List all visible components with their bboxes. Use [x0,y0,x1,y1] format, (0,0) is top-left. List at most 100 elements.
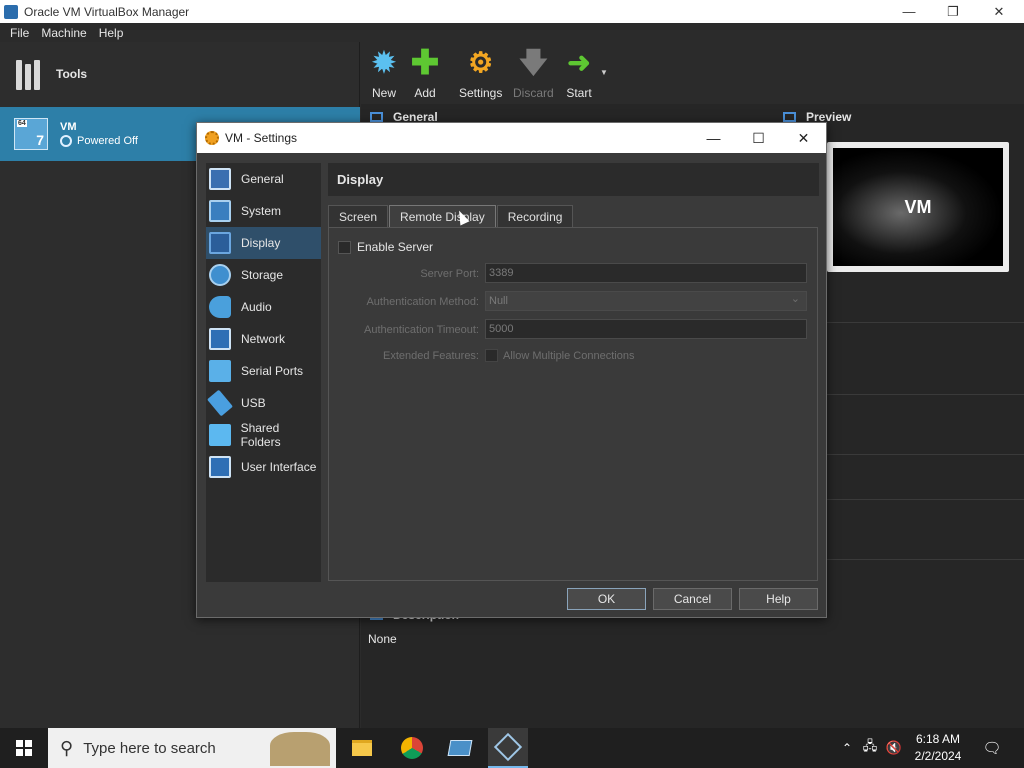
nav-label: Audio [241,300,272,314]
file-explorer-app[interactable] [342,728,382,768]
discard-button[interactable]: 🡇 Discard [513,48,554,101]
os-bit-badge: 64 [17,120,27,127]
server-port-label: Server Port: [420,268,479,280]
dialog-close-icon[interactable]: ✕ [781,123,826,153]
nav-label: User Interface [241,460,317,474]
menu-bar: File Machine Help [0,23,1024,42]
audio-icon [209,296,231,318]
auth-method-select[interactable]: Null [485,291,807,311]
cancel-button[interactable]: Cancel [653,588,732,610]
nav-item-storage[interactable]: Storage [206,259,321,291]
allow-multiple-checkbox[interactable] [485,349,498,362]
taskbar-search[interactable]: ⚲ Type here to search [48,728,336,768]
help-button[interactable]: Help [739,588,818,610]
nav-item-display[interactable]: Display [206,227,321,259]
virtualbox-app[interactable] [488,728,528,768]
dialog-minimize-icon[interactable]: — [691,123,736,153]
show-hidden-icons-icon[interactable]: ⌃ [838,728,856,768]
nav-label: USB [241,396,266,410]
remote-desktop-app[interactable] [440,728,480,768]
vm-status-label: Powered Off [77,135,138,147]
dialog-title: VM - Settings [225,131,298,145]
nav-label: Display [241,236,281,250]
nav-label: System [241,204,282,218]
new-icon: ✹ [372,47,396,78]
close-icon[interactable]: ✕ [976,0,1022,23]
settings-category-list: General System Display Storage Audio Net… [206,163,321,582]
storage-icon [209,264,231,286]
notifications-icon[interactable]: 🗨 [978,728,1006,768]
dialog-titlebar: VM - Settings — ☐ ✕ [197,123,826,153]
nav-item-network[interactable]: Network [206,323,321,355]
extended-features-label: Extended Features: [382,350,479,362]
menu-help[interactable]: Help [93,26,130,40]
main-toolbar: ✹ New ✚ Add ⚙ Settings 🡇 Discard ➜ Start… [361,42,1024,104]
shared-folders-icon [209,424,231,446]
search-highlight-image [270,732,330,766]
nav-item-user-interface[interactable]: User Interface [206,451,321,483]
start-menu-button[interactable] [0,728,48,768]
restore-icon[interactable]: ❐ [930,0,976,23]
enable-server-checkbox[interactable] [338,240,351,254]
vm-preview: VM [827,142,1009,272]
taskbar: ⚲ Type here to search ⌃ 🖧 🔇 6:18 AM 2/2/… [0,728,1024,768]
settings-gear-icon [205,131,219,145]
remote-desktop-icon [447,740,473,756]
add-icon: ✚ [410,44,440,82]
tools-icon [16,58,46,90]
settings-gear-icon: ⚙ [468,47,494,78]
chrome-icon [401,737,423,759]
network-tray-icon[interactable]: 🖧 [860,728,880,768]
system-clock[interactable]: 6:18 AM 2/2/2024 [908,731,968,765]
nav-item-shared-folders[interactable]: Shared Folders [206,419,321,451]
auth-timeout-input[interactable]: 5000 [485,319,807,339]
start-dropdown-icon[interactable]: ▼ [600,68,608,77]
user-interface-icon [209,456,231,478]
start-button[interactable]: ➜ Start [564,47,594,101]
nav-label: Serial Ports [241,364,304,378]
nav-label: Storage [241,268,284,282]
chrome-app[interactable] [392,728,432,768]
settings-dialog: VM - Settings — ☐ ✕ General System Displ… [196,122,827,618]
nav-item-audio[interactable]: Audio [206,291,321,323]
volume-muted-icon[interactable]: 🔇 [884,728,904,768]
general-icon [209,168,231,190]
new-button[interactable]: ✹ New [369,47,399,101]
auth-timeout-label: Authentication Timeout: [364,324,479,336]
ok-button[interactable]: OK [567,588,646,610]
os-version: 7 [36,132,44,148]
tab-recording[interactable]: Recording [496,205,574,227]
allow-multiple-row: Allow Multiple Connections [485,349,634,362]
nav-label: Network [241,332,286,346]
tab-remote-display[interactable]: Remote Display [389,205,496,227]
serial-ports-icon [209,360,231,382]
page-title: Display [328,163,819,196]
nav-item-system[interactable]: System [206,195,321,227]
power-off-icon [60,135,72,147]
menu-file[interactable]: File [4,26,35,40]
nav-item-serial-ports[interactable]: Serial Ports [206,355,321,387]
minimize-icon[interactable]: — [886,0,932,23]
settings-button[interactable]: ⚙ Settings [459,47,503,101]
server-port-input[interactable]: 3389 [485,263,807,283]
add-button[interactable]: ✚ Add [410,44,440,100]
settings-label: Settings [459,86,503,100]
discard-label: Discard [513,86,554,100]
folder-icon [352,740,372,756]
nav-item-general[interactable]: General [206,163,321,195]
nav-item-usb[interactable]: USB [206,387,321,419]
network-icon [209,328,231,350]
windows7-os-icon: 64 7 [14,118,48,150]
tools-item[interactable]: Tools [0,42,359,106]
usb-icon [207,389,233,417]
search-placeholder: Type here to search [83,739,216,757]
start-label: Start [566,86,592,100]
display-icon [209,232,231,254]
auth-method-label: Authentication Method: [366,296,479,308]
tab-screen[interactable]: Screen [328,205,389,227]
windows-logo-icon [16,740,32,756]
dialog-maximize-icon[interactable]: ☐ [736,123,781,153]
menu-machine[interactable]: Machine [35,26,92,40]
start-arrow-icon: ➜ [567,47,591,78]
window-title: Oracle VM VirtualBox Manager [24,4,190,19]
